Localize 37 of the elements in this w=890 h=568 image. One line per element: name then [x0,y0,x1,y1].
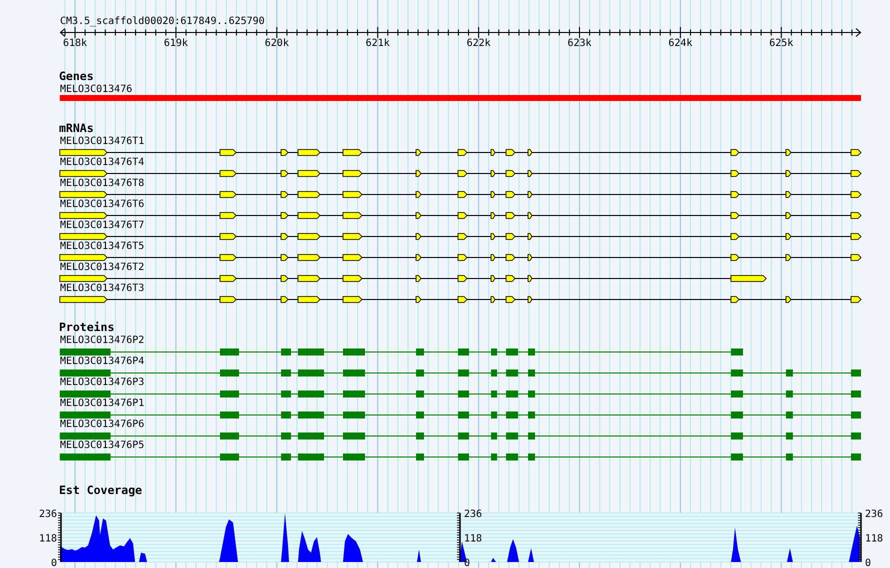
tick-label: 623k [567,38,592,49]
axis-label: 118 [865,534,884,544]
feature-label: MELO3C013476T3 [60,283,144,294]
feature-label: MELO3C013476T7 [60,220,144,231]
feature-label: MELO3C013476T5 [60,241,144,252]
tick-label: 625k [769,38,794,49]
feature-label: MELO3C013476T4 [60,157,144,168]
track-title: Genes [59,69,94,83]
track-title: Proteins [59,320,114,334]
feature-label: MELO3C013476T1 [60,136,144,147]
feature-label: MELO3C013476P4 [60,356,144,367]
tick-label: 624k [668,38,692,49]
feature-label: MELO3C013476T6 [60,199,144,210]
feature-label: MELO3C013476P1 [60,398,144,409]
feature-label: MELO3C013476P5 [60,440,144,451]
axis-label: 118 [464,534,482,544]
track-title: Est Coverage [59,483,142,497]
axis-label: 0 [865,558,872,568]
feature-label: MELO3C013476P3 [60,377,144,388]
feature-label: MELO3C013476P6 [60,419,144,430]
tick-label: 620k [264,38,289,49]
axis-label: 118 [38,534,57,544]
feature-label: MELO3C013476T2 [60,262,144,273]
tick-label: 622k [466,38,491,49]
axis-label: 236 [464,509,482,520]
axis-label: 0 [50,558,57,568]
tick-label: 618k [63,38,88,49]
tick-label: 619k [164,38,188,49]
axis-label: 0 [464,558,470,568]
axis-label: 236 [38,509,57,520]
feature-label: MELO3C013476T8 [60,178,144,189]
feature-label: MELO3C013476P2 [60,335,144,346]
region-label: CM3.5_scaffold00020:617849..625790 [60,16,265,27]
feature-label: MELO3C013476 [60,84,132,95]
track-title: mRNAs [59,121,94,135]
tick-label: 621k [366,38,390,49]
axis-label: 236 [865,509,884,520]
